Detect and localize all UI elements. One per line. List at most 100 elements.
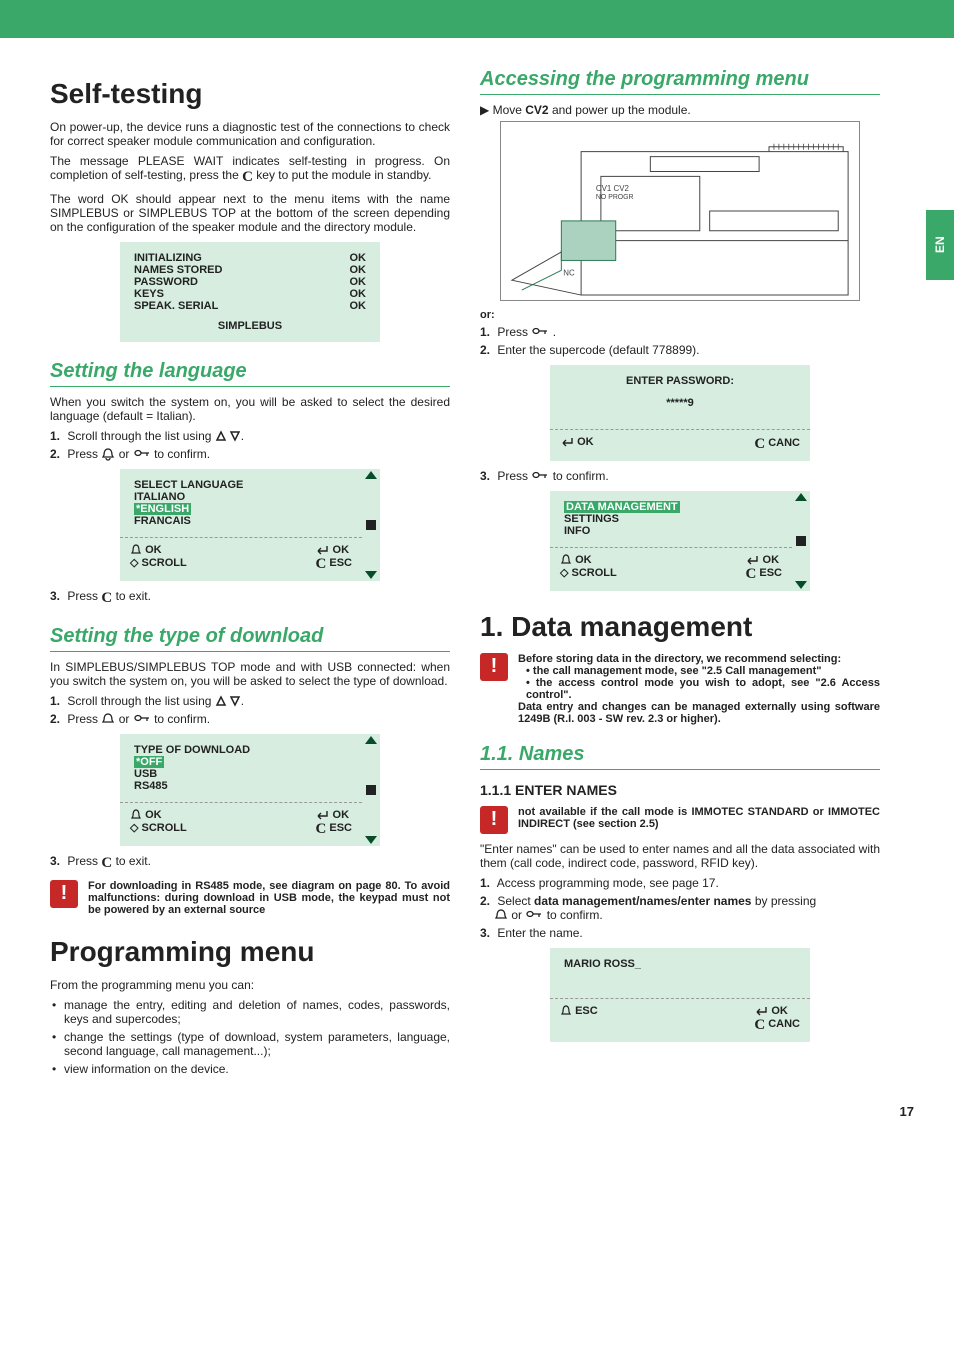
lang-step2-a: Press: [67, 447, 101, 461]
warn-c: Data entry and changes can be managed ex…: [518, 701, 880, 725]
bell-icon: [101, 712, 115, 726]
self-row-2-l: PASSWORD: [134, 276, 198, 288]
key-icon: [133, 712, 151, 726]
updown-arrows-icon: [215, 694, 241, 708]
pw-title: ENTER PASSWORD:: [564, 375, 796, 387]
access-step-triangle: ▶ Move CV2 and power up the module.: [480, 103, 880, 117]
lang-step2: 2. Press or to confirm.: [50, 447, 450, 461]
menu-r1: OK: [763, 554, 780, 566]
warning-icon: !: [480, 806, 508, 834]
en-step3-text: Enter the name.: [497, 926, 582, 940]
triangle-down-icon: [795, 581, 807, 589]
dl-step2: 2. Press or to confirm.: [50, 712, 450, 726]
lang-screen-title: SELECT LANGUAGE: [134, 479, 348, 491]
module-diagram: CV1 CV2 NO PROGR NC: [500, 121, 860, 301]
heading-programming-menu: Programming menu: [50, 936, 450, 968]
dl-item-2: RS485: [134, 780, 348, 792]
en-step1: 1. Access programming mode, see page 17.: [480, 876, 880, 890]
access-s2-text: Enter the supercode (default 778899).: [497, 343, 699, 357]
scroll-indicator: [362, 469, 380, 581]
dl-footer-l2: SCROLL: [142, 822, 187, 834]
warning-icon: !: [50, 880, 78, 908]
dl-screen-title: TYPE OF DOWNLOAD: [134, 744, 348, 756]
self-testing-p2: The message PLEASE WAIT indicates self-t…: [50, 154, 450, 186]
c-key-icon: C: [315, 556, 326, 573]
download-warning-text: For downloading in RS485 mode, see diagr…: [88, 880, 450, 916]
names-warning-text: not available if the call mode is IMMOTE…: [518, 806, 880, 830]
lang-item-2: FRANCAIS: [134, 515, 348, 527]
self-testing-p1: On power-up, the device runs a diagnosti…: [50, 120, 450, 148]
dl-step3-b: to exit.: [116, 854, 151, 868]
lang-step3: 3. Press C to exit.: [50, 589, 450, 607]
lang-footer-l2: SCROLL: [142, 557, 187, 569]
en-s2c: by pressing: [755, 894, 816, 908]
scroll-indicator: [362, 734, 380, 846]
screen-self-test: INITIALIZINGOK NAMES STOREDOK PASSWORDOK…: [120, 242, 380, 342]
self-row-0-r: OK: [350, 252, 367, 264]
warning-icon: !: [480, 653, 508, 681]
c-key-icon: C: [242, 169, 253, 186]
name-footer-r1: OK: [771, 1005, 788, 1017]
bell-icon: [560, 1005, 572, 1017]
data-warning-text: Before storing data in the directory, we…: [518, 653, 880, 725]
bell-icon: [101, 447, 115, 461]
self-row-1-l: NAMES STORED: [134, 264, 222, 276]
lang-step1: 1. Scroll through the list using .: [50, 429, 450, 443]
heading-names: 1.1. Names: [480, 743, 880, 770]
enter-icon: [745, 554, 759, 566]
scrollbar-thumb: [366, 520, 376, 530]
name-footer-left: ESC: [575, 1005, 598, 1017]
lang-item-1: *ENGLISH: [134, 503, 191, 515]
updown-arrows-icon: [215, 429, 241, 443]
lang-step2-c: to confirm.: [154, 447, 210, 461]
right-column: Accessing the programming menu ▶ Move CV…: [480, 58, 880, 1080]
svg-text:CV1 CV2: CV1 CV2: [596, 184, 629, 193]
triangle-right-icon: ▶: [480, 103, 489, 117]
dl-step2-a: Press: [67, 712, 101, 726]
dl-step3-a: Press: [67, 854, 101, 868]
svg-text:NC: NC: [563, 268, 575, 277]
c-key-icon: C: [754, 1017, 765, 1034]
access-s3-a: Press: [497, 469, 531, 483]
pw-right: CANC: [768, 437, 800, 449]
dl-step1: 1. Scroll through the list using .: [50, 694, 450, 708]
prog-intro: From the programming menu you can:: [50, 978, 450, 992]
enter-icon: [560, 436, 574, 448]
pw-left: OK: [577, 436, 594, 448]
key-icon: [133, 447, 151, 461]
scrollbar-thumb: [366, 785, 376, 795]
heading-enter-names: 1.1.1 ENTER NAMES: [480, 782, 880, 798]
names-warning: ! not available if the call mode is IMMO…: [480, 806, 880, 834]
en-s2a: Select: [497, 894, 534, 908]
c-key-icon: C: [745, 566, 756, 583]
c-key-icon: C: [754, 436, 765, 453]
en-s2e: to confirm.: [547, 908, 603, 922]
triangle-up-icon: [365, 736, 377, 744]
enter-icon: [315, 544, 329, 556]
access-cv2: CV2: [525, 103, 548, 117]
svg-text:NO PROGR: NO PROGR: [596, 194, 634, 201]
enter-icon: [754, 1005, 768, 1017]
heading-data-management: 1. Data management: [480, 611, 880, 643]
self-row-3-l: KEYS: [134, 288, 164, 300]
en-s2d: or: [511, 908, 525, 922]
scroll-arrow-icon: ◇: [130, 557, 138, 569]
prog-item-0: manage the entry, editing and deletion o…: [64, 998, 450, 1026]
self-testing-p2b: key to put the module in standby.: [256, 168, 431, 182]
en-step1-text: Access programming mode, see page 17.: [497, 876, 719, 890]
name-footer-r2: CANC: [768, 1018, 800, 1030]
en-step3: 3. Enter the name.: [480, 926, 880, 940]
dl-step1-a: Scroll through the list using: [67, 694, 214, 708]
heading-self-testing: Self-testing: [50, 78, 450, 110]
c-key-icon: C: [101, 590, 112, 607]
menu-item-1: SETTINGS: [564, 513, 778, 525]
or-label: or:: [480, 309, 880, 321]
bell-icon: [560, 554, 572, 566]
bell-icon: [130, 809, 142, 821]
dl-step2-b: or: [119, 712, 133, 726]
self-row-4-l: SPEAK. SERIAL: [134, 300, 218, 312]
screen-language: SELECT LANGUAGE ITALIANO *ENGLISH FRANCA…: [120, 469, 380, 581]
dl-item-0: *OFF: [134, 756, 164, 768]
triangle-down-icon: [365, 571, 377, 579]
lang-p: When you switch the system on, you will …: [50, 395, 450, 423]
